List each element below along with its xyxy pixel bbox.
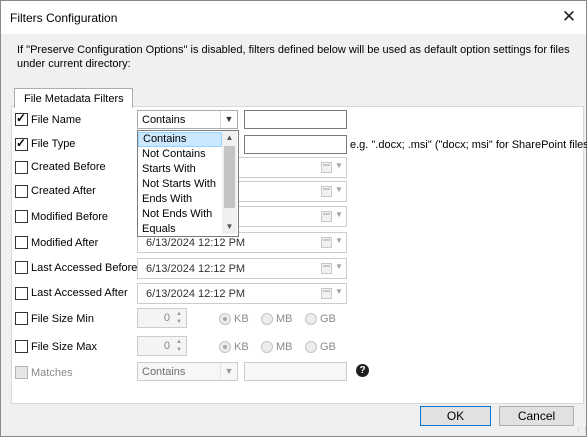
modified-before-label: Modified Before (31, 211, 109, 223)
chevron-down-icon[interactable]: ▼ (174, 318, 184, 326)
scroll-down-icon[interactable]: ▼ (222, 220, 237, 234)
chevron-down-icon[interactable]: ▼ (335, 287, 343, 296)
chevron-down-icon[interactable]: ▼ (220, 111, 237, 128)
matches-input[interactable] (244, 362, 347, 381)
file-size-min-label: File Size Min (31, 313, 94, 325)
file-size-max-stepper[interactable]: 0 ▲ ▼ (137, 336, 187, 356)
modified-after-date-value: 6/13/2024 12:12 PM (146, 237, 246, 249)
chevron-up-icon[interactable]: ▲ (174, 310, 184, 318)
dropdown-scrollbar[interactable]: ▲ ▼ (222, 131, 237, 234)
file-name-checkbox[interactable] (15, 111, 28, 126)
calendar-icon[interactable] (321, 263, 332, 274)
operator-option-contains[interactable]: Contains (138, 132, 222, 147)
calendar-icon[interactable] (321, 237, 332, 248)
tab-label: File Metadata Filters (24, 93, 124, 105)
file-size-max-kb-radio[interactable] (219, 341, 231, 353)
ok-button[interactable]: OK (420, 406, 491, 426)
file-size-min-mb-radio[interactable] (261, 313, 273, 325)
question-icon[interactable]: ? (356, 364, 369, 377)
file-size-max-value: 0 (163, 340, 170, 352)
file-type-checkbox[interactable] (15, 136, 28, 151)
last-accessed-after-date-picker[interactable]: 6/13/2024 12:12 PM ▼ (137, 283, 347, 304)
description-text: If "Preserve Configuration Options" is d… (17, 44, 570, 70)
tab-file-metadata-filters[interactable]: File Metadata Filters (14, 88, 133, 108)
scrollbar-thumb[interactable] (224, 146, 235, 208)
operator-options: Contains Not Contains Starts With Not St… (138, 131, 222, 234)
last-accessed-before-label: Last Accessed Before (31, 262, 138, 274)
chevron-down-icon[interactable]: ▼ (335, 161, 343, 170)
operator-option-ends-with[interactable]: Ends With (138, 192, 222, 207)
chevron-down-icon[interactable]: ▼ (335, 236, 343, 245)
chevron-down-icon[interactable]: ▼ (220, 363, 237, 380)
last-accessed-after-date-value: 6/13/2024 12:12 PM (146, 288, 246, 300)
file-name-input[interactable] (244, 110, 347, 129)
matches-operator-select[interactable]: Contains ▼ (137, 362, 238, 381)
calendar-icon[interactable] (321, 186, 332, 197)
title-bar: Filters Configuration ✕ (1, 1, 586, 34)
file-type-input[interactable] (244, 135, 347, 154)
operator-option-not-ends-with[interactable]: Not Ends With (138, 207, 222, 222)
modified-after-checkbox[interactable] (15, 236, 28, 249)
calendar-icon[interactable] (321, 162, 332, 173)
matches-checkbox[interactable] (15, 366, 28, 379)
file-size-max-gb-label: GB (320, 341, 336, 353)
created-after-label: Created After (31, 185, 96, 197)
calendar-icon[interactable] (321, 288, 332, 299)
file-size-min-kb-label: KB (234, 313, 249, 325)
modified-after-label: Modified After (31, 237, 99, 249)
file-size-min-value: 0 (163, 312, 170, 324)
file-size-min-stepper[interactable]: 0 ▲ ▼ (137, 308, 187, 328)
last-accessed-before-date-value: 6/13/2024 12:12 PM (146, 263, 246, 275)
filters-configuration-dialog: Filters Configuration ✕ If "Preserve Con… (0, 0, 587, 437)
file-size-max-kb-label: KB (234, 341, 249, 353)
operator-option-starts-with[interactable]: Starts With (138, 162, 222, 177)
created-before-label: Created Before (31, 161, 106, 173)
resize-grip-icon[interactable]: ⋮⋮ (575, 426, 587, 434)
file-size-max-mb-label: MB (276, 341, 293, 353)
file-name-operator-value: Contains (142, 114, 186, 126)
last-accessed-after-checkbox[interactable] (15, 287, 28, 300)
scroll-up-icon[interactable]: ▲ (222, 131, 237, 145)
file-size-max-gb-radio[interactable] (305, 341, 317, 353)
modified-before-checkbox[interactable] (15, 210, 28, 223)
cancel-button[interactable]: Cancel (499, 406, 574, 426)
file-size-min-gb-radio[interactable] (305, 313, 317, 325)
last-accessed-after-label: Last Accessed After (31, 287, 128, 299)
matches-label: Matches (31, 367, 73, 379)
chevron-down-icon[interactable]: ▼ (335, 210, 343, 219)
operator-dropdown-list: Contains Not Contains Starts With Not St… (137, 130, 239, 237)
last-accessed-before-checkbox[interactable] (15, 261, 28, 274)
file-name-label: File Name (31, 114, 82, 126)
chevron-down-icon[interactable]: ▼ (335, 185, 343, 194)
file-size-max-mb-radio[interactable] (261, 341, 273, 353)
file-size-min-gb-label: GB (320, 313, 336, 325)
operator-option-equals[interactable]: Equals (138, 222, 222, 234)
file-size-min-kb-radio[interactable] (219, 313, 231, 325)
created-after-checkbox[interactable] (15, 185, 28, 198)
file-type-label: File Type (31, 138, 76, 150)
file-size-max-checkbox[interactable] (15, 340, 28, 353)
calendar-icon[interactable] (321, 211, 332, 222)
last-accessed-before-date-picker[interactable]: 6/13/2024 12:12 PM ▼ (137, 258, 347, 279)
operator-option-not-starts-with[interactable]: Not Starts With (138, 177, 222, 192)
created-before-checkbox[interactable] (15, 161, 28, 174)
chevron-up-icon[interactable]: ▲ (174, 338, 184, 346)
chevron-down-icon[interactable]: ▼ (335, 262, 343, 271)
file-name-operator-select[interactable]: Contains ▼ (137, 110, 238, 129)
chevron-down-icon[interactable]: ▼ (174, 346, 184, 354)
file-size-min-checkbox[interactable] (15, 312, 28, 325)
matches-operator-value: Contains (142, 366, 186, 378)
file-type-hint: e.g. ".docx; .msi" ("docx; msi" for Shar… (350, 139, 587, 151)
file-size-min-mb-label: MB (276, 313, 293, 325)
dialog-title: Filters Configuration (10, 11, 118, 25)
operator-option-not-contains[interactable]: Not Contains (138, 147, 222, 162)
close-icon[interactable]: ✕ (557, 5, 581, 29)
file-size-max-label: File Size Max (31, 341, 98, 353)
